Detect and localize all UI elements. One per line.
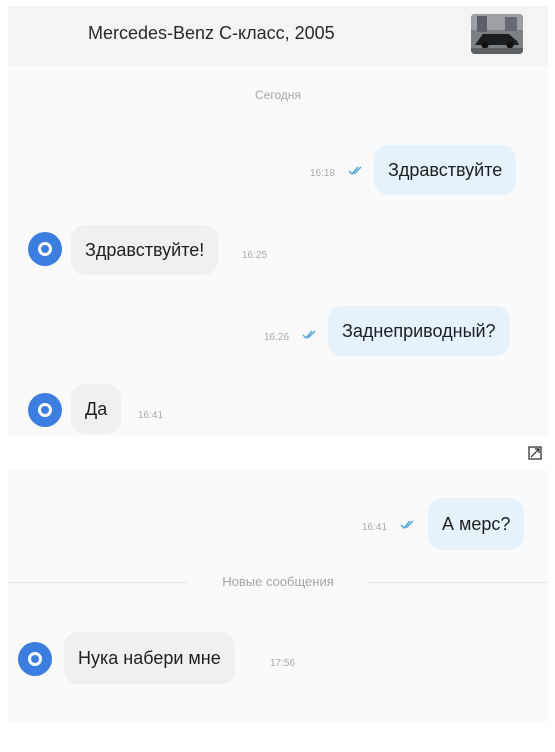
message-time: 16:41: [138, 410, 164, 421]
chat-panel-top: Mercedes-Benz C-класс, 2005 Сегодня 16:1…: [8, 6, 548, 436]
message-time: 17:56: [270, 658, 296, 669]
car-thumbnail[interactable]: [471, 14, 523, 54]
outgoing-message-bubble[interactable]: А мерс?: [428, 498, 525, 550]
chat-header: Mercedes-Benz C-класс, 2005: [8, 6, 548, 66]
message-text: Заднеприводный?: [342, 320, 496, 341]
message-text: Здравствуйте!: [85, 239, 205, 260]
message-text: А мерс?: [442, 513, 511, 534]
outgoing-message-bubble[interactable]: Заднеприводный?: [328, 306, 510, 356]
message-text: Здравствуйте: [388, 159, 503, 180]
message-time: 16:25: [242, 250, 268, 261]
divider-line: [368, 582, 548, 583]
message-time: 16:26: [264, 332, 290, 343]
incoming-message-bubble[interactable]: Здравствуйте!: [71, 225, 219, 275]
date-separator-today: Сегодня: [255, 88, 301, 102]
double-check-icon: [400, 520, 414, 530]
avatar[interactable]: [28, 232, 62, 266]
avatar-ring-icon: [28, 652, 42, 666]
chat-panel-bottom: 16:41 А мерс? Новые сообщения Нука набер…: [8, 470, 548, 722]
double-check-icon: [302, 330, 316, 340]
avatar[interactable]: [28, 393, 62, 427]
avatar-ring-icon: [38, 242, 52, 256]
incoming-message-bubble[interactable]: Нука набери мне: [64, 632, 235, 684]
double-check-icon: [348, 166, 362, 176]
message-time: 16:18: [310, 168, 336, 179]
message-time: 16:41: [362, 522, 388, 533]
incoming-message-bubble[interactable]: Да: [71, 384, 122, 434]
avatar[interactable]: [18, 642, 52, 676]
avatar-ring-icon: [38, 403, 52, 417]
outgoing-message-bubble[interactable]: Здравствуйте: [374, 145, 517, 195]
car-photo-icon: [471, 14, 523, 54]
expand-image-icon[interactable]: [528, 446, 542, 460]
chat-title[interactable]: Mercedes-Benz C-класс, 2005: [88, 23, 335, 44]
message-text: Да: [85, 398, 108, 419]
message-text: Нука набери мне: [78, 647, 221, 668]
